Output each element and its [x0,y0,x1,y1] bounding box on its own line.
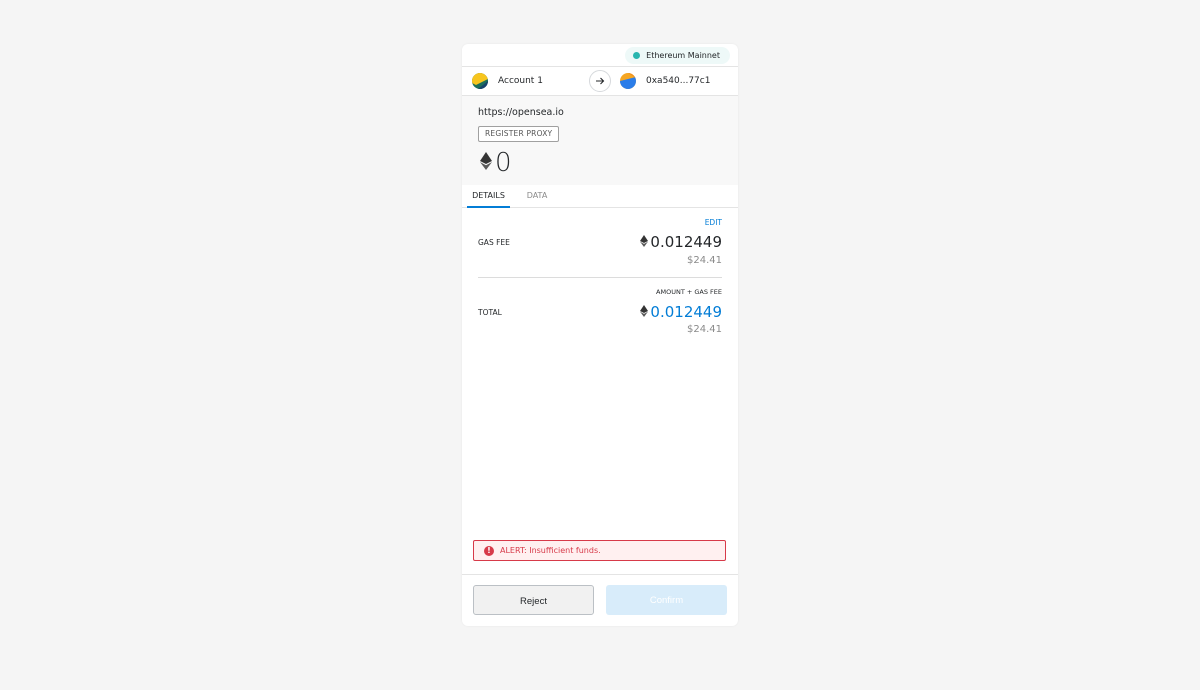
total-eth: 0.012449 [640,303,722,321]
transaction-amount: 0 [480,148,512,178]
action-footer: Reject Confirm [462,574,738,626]
amount-value: 0 [495,148,512,178]
sender-account[interactable]: Account 1 [472,73,543,89]
tab-bar: DETAILS DATA [462,185,738,208]
reject-button[interactable]: Reject [473,585,594,615]
method-badge: REGISTER PROXY [478,126,560,142]
alert-text: ALERT: Insufficient funds. [500,546,601,555]
network-indicator[interactable]: Ethereum Mainnet [625,47,730,64]
gas-fee-eth: 0.012449 [640,233,722,251]
edit-gas-link[interactable]: EDIT [705,218,722,227]
insufficient-funds-alert: ! ALERT: Insufficient funds. [473,540,726,561]
top-bar: Ethereum Mainnet [462,44,738,66]
confirm-transaction-panel: Ethereum Mainnet Account 1 0xa540...77c1… [462,44,738,626]
eth-icon [480,152,492,174]
divider [478,277,722,278]
details-panel: EDIT GAS FEE 0.012449 $24.41 AMOUNT + GA… [462,208,738,528]
eth-icon [640,233,649,251]
alert-icon: ! [484,545,494,556]
sender-account-name: Account 1 [498,76,543,86]
total-label: TOTAL [478,308,502,317]
gas-fee-fiat: $24.41 [687,255,722,266]
total-fiat: $24.41 [687,324,722,335]
tab-data[interactable]: DATA [522,185,552,206]
recipient-address: 0xa540...77c1 [646,76,711,86]
eth-icon [640,303,649,321]
gas-fee-eth-value: 0.012449 [650,233,722,251]
recipient-identicon-icon [620,73,636,89]
arrow-right-icon [589,70,611,92]
total-subheader: AMOUNT + GAS FEE [656,288,722,296]
recipient-account[interactable]: 0xa540...77c1 [620,73,710,89]
tab-details[interactable]: DETAILS [467,185,510,208]
confirm-button[interactable]: Confirm [606,585,727,615]
total-eth-value: 0.012449 [650,303,722,321]
network-status-icon [633,52,641,59]
sender-recipient-row: Account 1 0xa540...77c1 [462,66,738,96]
site-origin: https://opensea.io [478,107,564,118]
sender-identicon-icon [472,73,488,89]
gas-fee-label: GAS FEE [478,238,510,247]
network-name: Ethereum Mainnet [646,51,720,60]
transaction-summary: https://opensea.io REGISTER PROXY 0 [462,96,738,185]
